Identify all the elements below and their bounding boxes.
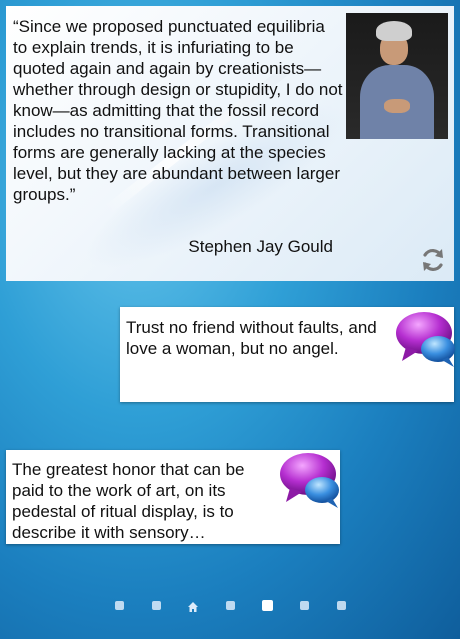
page-dot[interactable] xyxy=(152,601,161,610)
page-dot[interactable] xyxy=(300,601,309,610)
home-icon[interactable] xyxy=(187,600,199,612)
quote-widget[interactable]: “Since we proposed punctuated equilibria… xyxy=(6,6,454,281)
bubble-text: Trust no friend without faults, and love… xyxy=(126,318,377,358)
author-portrait xyxy=(346,13,448,139)
page-dot[interactable] xyxy=(115,601,124,610)
bubble-text: The greatest honor that can be paid to t… xyxy=(12,460,245,542)
refresh-icon[interactable] xyxy=(418,245,448,275)
quote-text: “Since we proposed punctuated equilibria… xyxy=(13,17,343,204)
page-dot[interactable] xyxy=(337,601,346,610)
quote-bubble-widget[interactable]: Trust no friend without faults, and love… xyxy=(120,307,455,402)
page-dot-active[interactable] xyxy=(262,600,273,611)
chat-bubbles-icon xyxy=(278,450,342,510)
page-indicator xyxy=(0,597,460,617)
page-dot[interactable] xyxy=(226,601,235,610)
quote-bubble-widget[interactable]: The greatest honor that can be paid to t… xyxy=(6,450,340,544)
quote-author: Stephen Jay Gould xyxy=(188,237,333,256)
chat-bubbles-icon xyxy=(394,309,458,369)
